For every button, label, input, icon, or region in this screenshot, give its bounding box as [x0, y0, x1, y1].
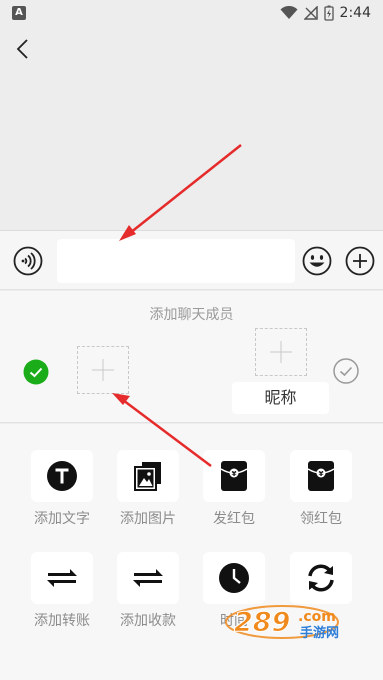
message-input[interactable]	[57, 239, 295, 283]
action-tile[interactable]	[117, 552, 179, 604]
svg-text:.com: .com	[298, 609, 336, 625]
nickname-button[interactable]: 昵称	[232, 382, 329, 414]
sender-select-left[interactable]	[23, 359, 49, 385]
action-add-transfer[interactable]: 添加转账	[22, 552, 102, 630]
svg-text:289: 289	[234, 607, 290, 638]
red-packet-icon: ¥	[307, 461, 335, 491]
emoji-icon	[302, 246, 332, 276]
red-packet-icon: ¥	[220, 461, 248, 491]
action-tile[interactable]: ¥	[203, 450, 265, 502]
action-send-red-packet[interactable]: ¥ 发红包	[194, 450, 274, 528]
status-icons: 2:44	[280, 4, 371, 22]
action-tile[interactable]	[31, 552, 93, 604]
chat-members-section: 添加聊天成员 昵称	[0, 291, 383, 423]
action-label: 领红包	[300, 511, 342, 527]
svg-text:¥: ¥	[232, 470, 237, 478]
transfer-icon	[47, 569, 77, 587]
action-add-image[interactable]: 添加图片	[108, 450, 188, 528]
battery-charging-icon	[323, 5, 334, 21]
check-circle-outline-icon	[333, 358, 359, 384]
action-label: 添加文字	[34, 511, 90, 527]
chevron-left-icon	[16, 39, 28, 59]
action-label: 添加收款	[120, 613, 176, 629]
text-t-icon	[47, 461, 77, 491]
image-icon	[134, 462, 161, 491]
status-bar: A 2:44	[0, 0, 383, 26]
action-tile[interactable]	[203, 552, 265, 604]
input-bar	[0, 230, 383, 290]
members-title: 添加聊天成员	[149, 307, 234, 323]
action-label: 添加图片	[120, 511, 176, 527]
notification-a-icon: A	[12, 6, 26, 20]
action-tile[interactable]: ¥	[290, 450, 352, 502]
action-tile[interactable]	[290, 552, 352, 604]
check-circle-filled-icon	[23, 359, 49, 385]
status-time: 2:44	[339, 5, 371, 21]
back-button[interactable]	[12, 36, 36, 62]
action-label: 添加转账	[34, 613, 90, 629]
voice-icon	[13, 246, 43, 276]
receive-icon	[133, 569, 163, 587]
clock-icon	[219, 563, 249, 593]
plus-icon	[92, 359, 114, 381]
watermark-logo: 289 .com 手游网	[225, 605, 339, 641]
wifi-icon	[280, 6, 298, 19]
action-tile[interactable]	[117, 450, 179, 502]
action-add-text[interactable]: 添加文字	[22, 450, 102, 528]
more-button[interactable]	[345, 246, 375, 276]
refresh-icon	[308, 564, 334, 592]
action-label: 发红包	[213, 511, 255, 527]
svg-text:¥: ¥	[319, 470, 324, 478]
voice-button[interactable]	[13, 246, 43, 276]
plus-circle-icon	[345, 246, 375, 276]
add-member-slot-right[interactable]	[255, 328, 307, 376]
action-receive-red-packet[interactable]: ¥ 领红包	[281, 450, 361, 528]
sender-select-right[interactable]	[333, 358, 359, 384]
emoji-button[interactable]	[302, 246, 332, 276]
add-member-slot-left[interactable]	[77, 346, 129, 394]
signal-icon	[303, 6, 318, 20]
svg-text:手游网: 手游网	[300, 625, 339, 641]
action-tile[interactable]	[31, 450, 93, 502]
action-add-receipt[interactable]: 添加收款	[108, 552, 188, 630]
plus-icon	[270, 341, 292, 363]
chat-area	[0, 60, 383, 230]
